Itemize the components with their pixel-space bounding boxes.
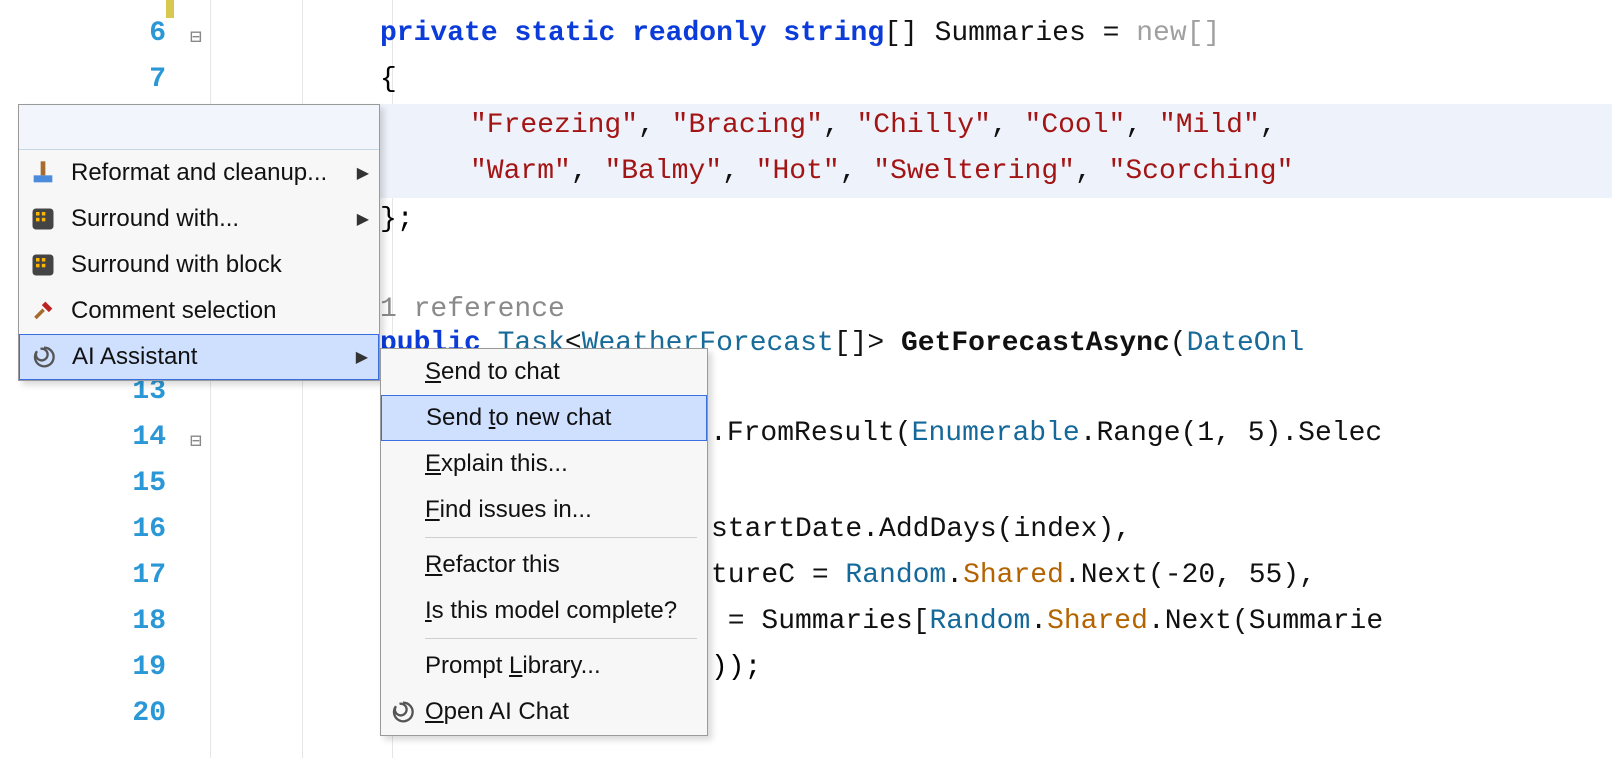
submenu-item-send-to-chat[interactable]: Send to chat [381, 349, 707, 395]
menu-item-label: Send to chat [425, 358, 693, 386]
code-text: { [380, 64, 1612, 95]
line-number: 14 [86, 422, 166, 453]
fold-toggle[interactable]: ⊟ [186, 24, 206, 50]
submenu-item-refactor-this[interactable]: Refactor this [381, 542, 707, 588]
menu-item-label: Surround with block [71, 251, 365, 279]
menu-item-label: Comment selection [71, 297, 365, 325]
submenu-item-explain-this-[interactable]: Explain this... [381, 441, 707, 487]
context-menu[interactable]: Reformat and cleanup...▶Surround with...… [18, 104, 380, 381]
spiral-icon [389, 698, 417, 726]
submenu-arrow-icon: ▶ [356, 347, 368, 367]
menu-separator [425, 537, 697, 538]
menu-item-surround-with-[interactable]: Surround with...▶ [19, 196, 379, 242]
menu-item-ai-assistant[interactable]: AI Assistant▶ [19, 334, 379, 380]
code-text: .FromResult(Enumerable.Range(1, 5).Selec [710, 418, 1612, 449]
code-text: startDate.AddDays(index), [711, 514, 1612, 545]
menu-item-reformat-and-cleanup-[interactable]: Reformat and cleanup...▶ [19, 150, 379, 196]
submenu-item-prompt-library-[interactable]: Prompt Library... [381, 643, 707, 689]
line-number: 15 [86, 468, 166, 499]
menu-item-label: Reformat and cleanup... [71, 159, 365, 187]
submenu-arrow-icon: ▶ [357, 209, 369, 229]
menu-item-label: Open AI Chat [425, 698, 693, 726]
menu-item-comment-selection[interactable]: Comment selection [19, 288, 379, 334]
context-submenu-ai[interactable]: Send to chat Send to new chat Explain this… [380, 348, 708, 736]
fold-toggle[interactable]: ⊟ [186, 428, 206, 454]
menu-item-label: Is this model complete? [425, 597, 693, 625]
menu-item-label: Prompt Library... [425, 652, 693, 680]
line-number: 18 [86, 606, 166, 637]
menu-item-label: Find issues in... [425, 496, 693, 524]
hammer-icon [29, 297, 57, 325]
menu-header [19, 105, 379, 150]
grid-icon [29, 205, 57, 233]
code-text: }; [380, 204, 1612, 235]
submenu-item-open-ai-chat[interactable]: Open AI Chat [381, 689, 707, 735]
code-text: )); [711, 652, 1612, 683]
submenu-item-find-issues-in-[interactable]: Find issues in... [381, 487, 707, 533]
broom-icon [29, 159, 57, 187]
grid-icon [29, 251, 57, 279]
code-text: tureC = Random.Shared.Next(-20, 55), [711, 560, 1612, 591]
line-number: 17 [86, 560, 166, 591]
code-text: "Freezing", "Bracing", "Chilly", "Cool",… [470, 110, 1612, 141]
menu-item-surround-with-block[interactable]: Surround with block [19, 242, 379, 288]
codelens-reference[interactable]: 1 reference [380, 294, 1612, 325]
menu-item-label: AI Assistant [72, 343, 364, 371]
code-text: = Summaries[Random.Shared.Next(Summarie [711, 606, 1612, 637]
menu-separator [425, 638, 697, 639]
line-number: 7 [86, 64, 166, 95]
submenu-item-send-to-new-chat[interactable]: Send to new chat [381, 395, 707, 441]
modification-marker [166, 0, 174, 18]
spiral-icon [30, 343, 58, 371]
code-text: "Warm", "Balmy", "Hot", "Sweltering", "S… [470, 156, 1612, 187]
line-number: 20 [86, 698, 166, 729]
menu-item-label: Refactor this [425, 551, 693, 579]
line-number: 16 [86, 514, 166, 545]
submenu-item-is-this-model-complete-[interactable]: Is this model complete? [381, 588, 707, 634]
submenu-arrow-icon: ▶ [357, 163, 369, 183]
code-text: private static readonly string[] Summari… [380, 18, 1612, 49]
menu-item-label: Send to new chat [426, 404, 692, 432]
line-number: 19 [86, 652, 166, 683]
menu-item-label: Explain this... [425, 450, 693, 478]
menu-item-label: Surround with... [71, 205, 365, 233]
line-number: 6 [86, 18, 166, 49]
